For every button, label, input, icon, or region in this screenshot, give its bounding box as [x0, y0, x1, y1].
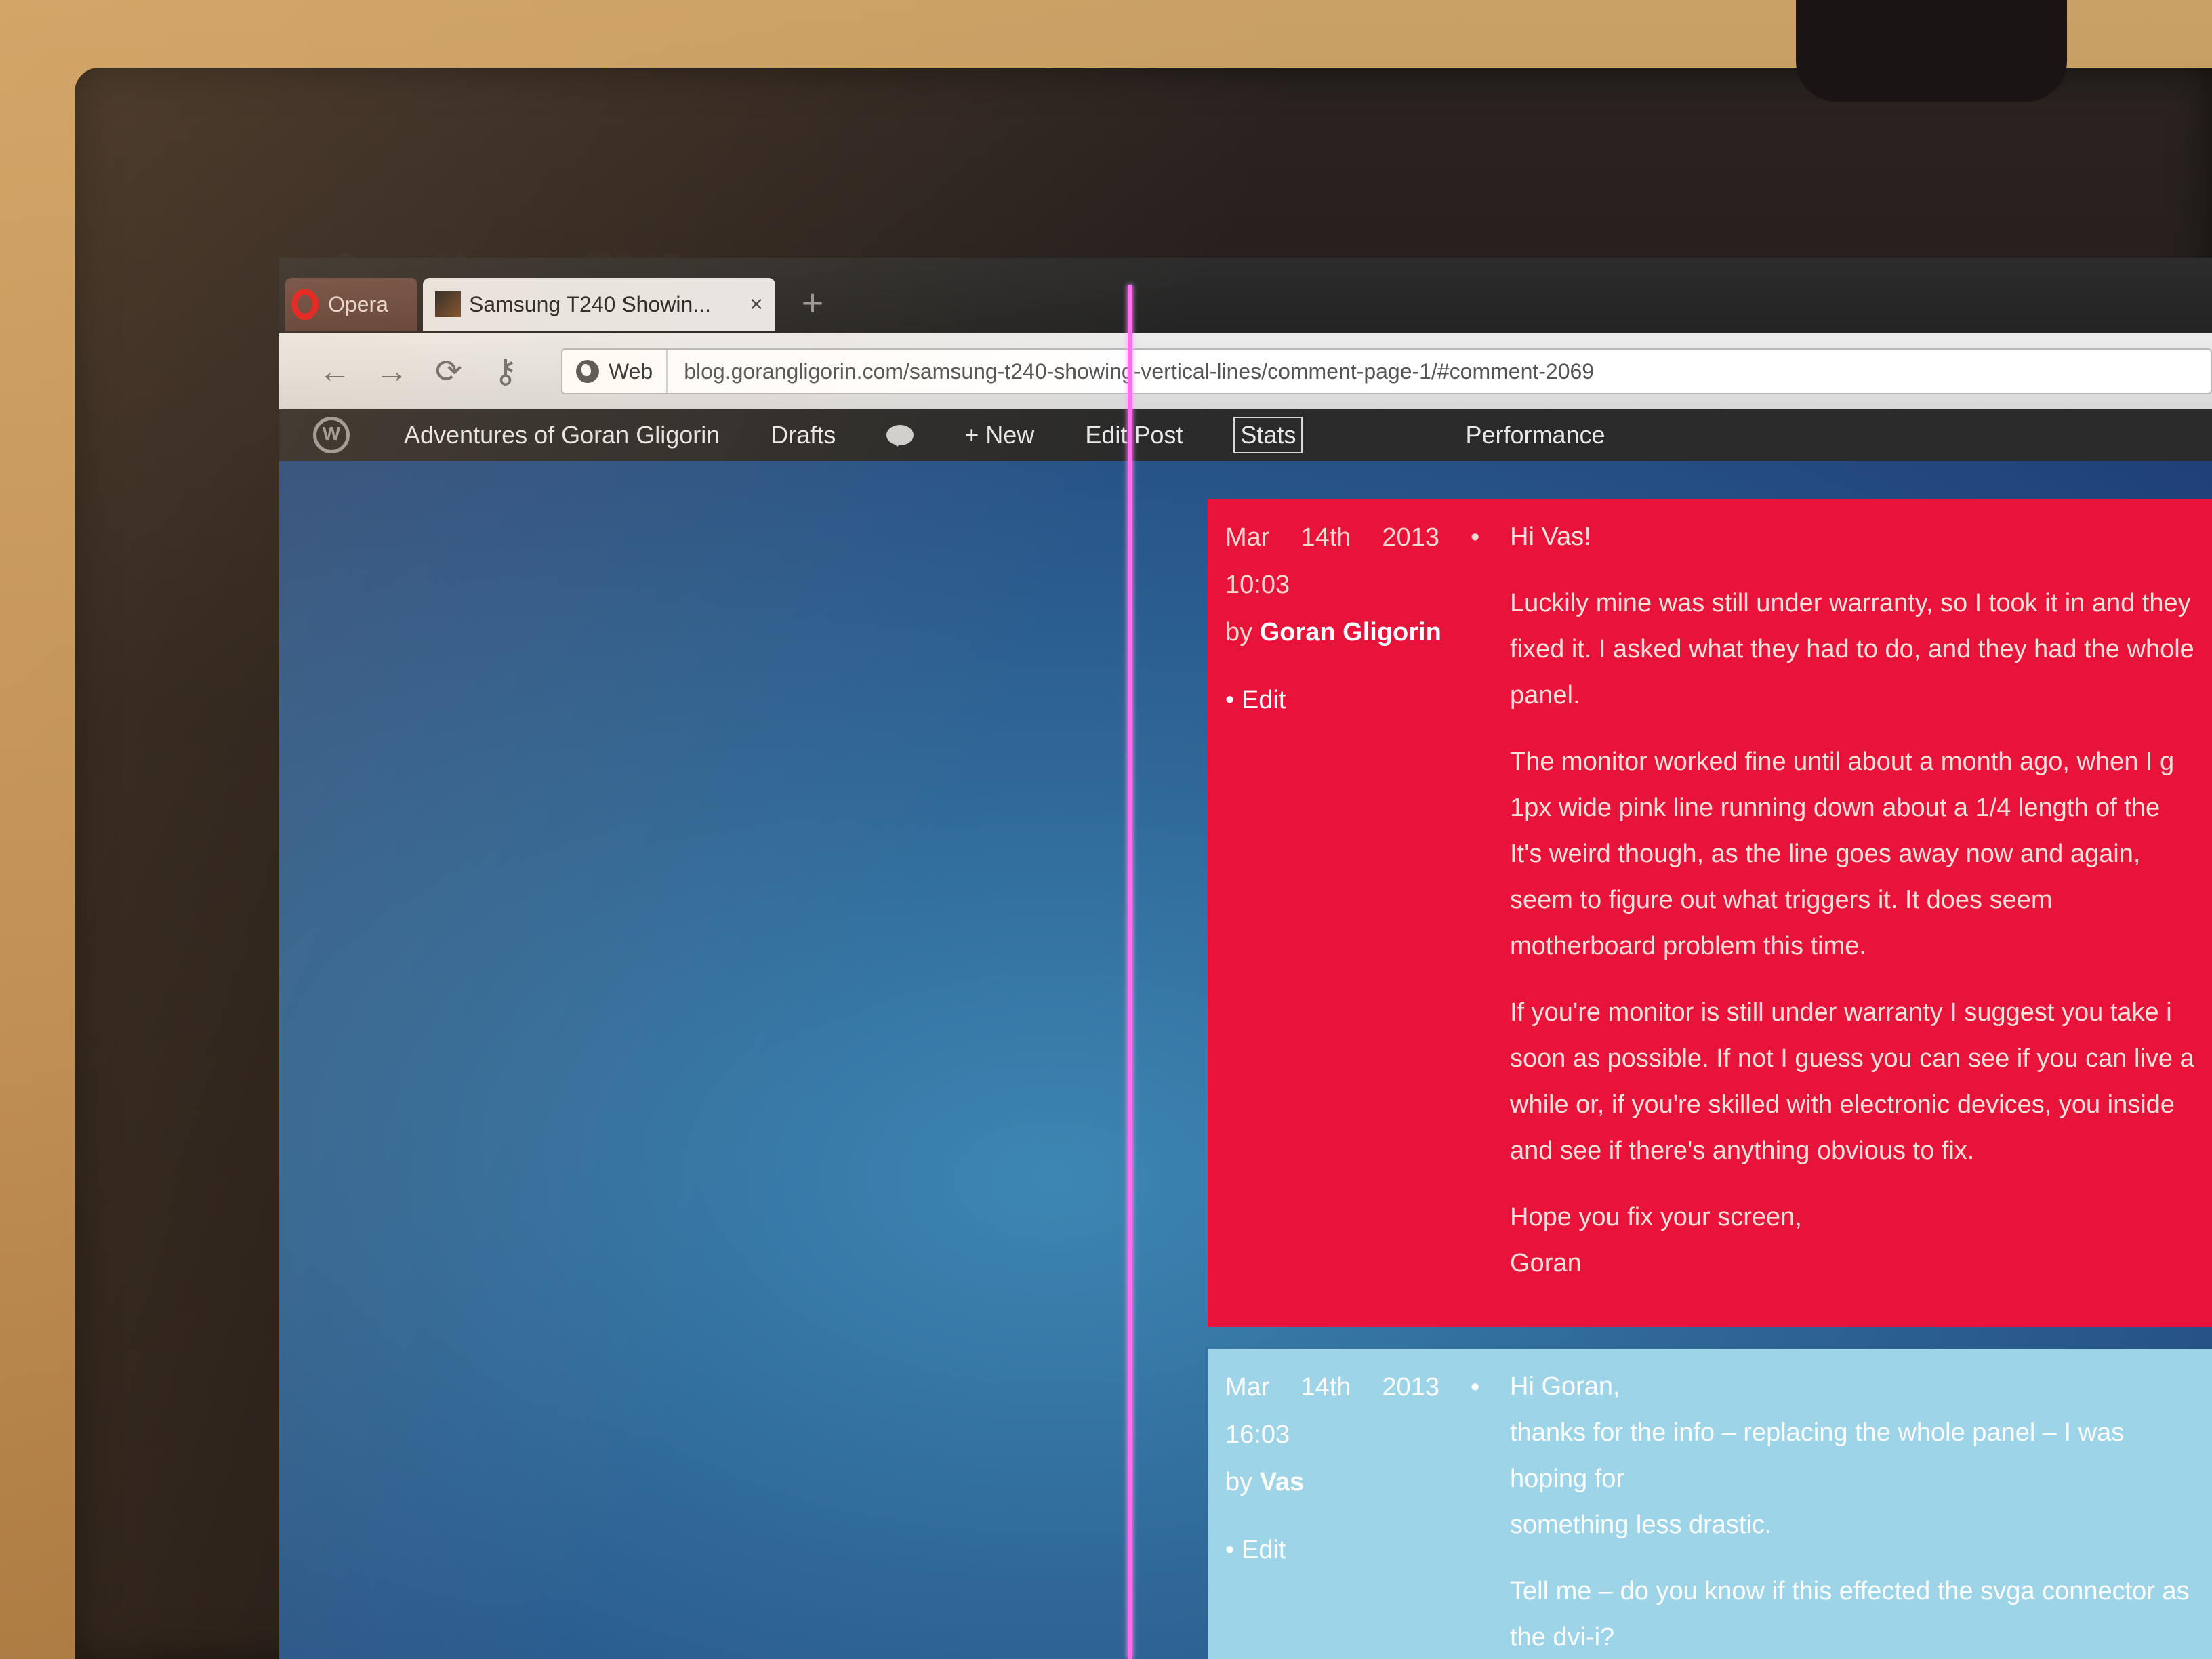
security-badge[interactable]: Web	[562, 350, 668, 393]
webcam	[1796, 0, 2067, 102]
comment-paragraph: thanks for the info – replacing the whol…	[1510, 1418, 2125, 1493]
comment-byline: by Vas	[1225, 1458, 1510, 1506]
comment-year: 2013	[1382, 1373, 1439, 1401]
monitor-screen: Opera Samsung T240 Showin... × + ← → ⟳ ⚷…	[279, 258, 2212, 1659]
comment-time: 16:03	[1225, 1420, 1290, 1449]
comment-paragraph: something less drastic.	[1510, 1511, 1772, 1539]
tab-strip: Opera Samsung T240 Showin... × +	[279, 258, 2212, 337]
wordpress-admin-bar: Adventures of Goran Gligorin Drafts + Ne…	[279, 409, 2212, 461]
comment-body: Hi Goran, thanks for the info – replacin…	[1510, 1364, 2194, 1659]
comment-edit-link[interactable]: • Edit	[1225, 1526, 1510, 1574]
comment-paragraph: Luckily mine was still under warranty, s…	[1510, 589, 2194, 710]
opera-logo-icon	[291, 289, 319, 320]
comment-signature: Goran	[1510, 1249, 1582, 1277]
comment-paragraph: Hi Vas!	[1510, 523, 1591, 551]
comment-byline: by Goran Gligorin	[1225, 609, 1510, 656]
comment-month: Mar	[1225, 523, 1270, 552]
byline-prefix: by	[1225, 618, 1253, 647]
back-arrow-icon[interactable]: ←	[306, 353, 363, 390]
date-bullet: •	[1470, 1373, 1480, 1401]
date-bullet: •	[1470, 523, 1480, 552]
admin-bar-performance[interactable]: Performance	[1465, 421, 1605, 449]
comments-icon[interactable]	[886, 425, 914, 447]
new-tab-button[interactable]: +	[794, 284, 831, 322]
admin-bar-drafts[interactable]: Drafts	[771, 421, 836, 449]
comment-author-reply: Mar 14th 2013 • 10:03 by Goran Gligorin • E…	[1208, 499, 2212, 1327]
admin-bar-edit-post[interactable]: Edit Post	[1085, 421, 1183, 449]
comment-author-name[interactable]: Vas	[1260, 1468, 1305, 1496]
url-field[interactable]: Web blog.gorangligorin.com/samsung-t240-…	[561, 348, 2212, 394]
comment-date: Mar 14th 2013 •	[1225, 514, 1510, 561]
comment-body: Hi Vas! Luckily mine was still under war…	[1510, 514, 2194, 1312]
dead-pixel-vertical-line	[1128, 285, 1132, 1659]
opera-menu-tab[interactable]: Opera	[285, 278, 417, 331]
comment-paragraph: The monitor worked fine until about a mo…	[1510, 747, 2175, 960]
byline-prefix: by	[1225, 1468, 1253, 1496]
address-bar: ← → ⟳ ⚷ Web blog.gorangligorin.com/samsu…	[279, 333, 2212, 409]
comment-year: 2013	[1382, 523, 1439, 552]
comment-time: 10:03	[1225, 571, 1290, 599]
comment-month: Mar	[1225, 1373, 1270, 1401]
forward-arrow-icon[interactable]: →	[363, 353, 420, 390]
comment-meta: Mar 14th 2013 • 10:03 by Goran Gligorin • E…	[1225, 514, 1510, 1312]
security-label: Web	[609, 359, 653, 384]
comment-day: 14th	[1300, 523, 1351, 552]
comment-paragraph: If you're monitor is still under warrant…	[1510, 998, 2194, 1165]
wordpress-logo-icon[interactable]	[313, 417, 350, 453]
comment-meta: Mar 14th 2013 • 16:03 by Vas • Edit	[1225, 1364, 1510, 1659]
admin-bar-new[interactable]: + New	[964, 421, 1034, 449]
reload-icon[interactable]: ⟳	[420, 352, 477, 390]
comment-day: 14th	[1300, 1373, 1351, 1401]
opera-tab-label: Opera	[328, 291, 388, 316]
comment-paragraph: Hope you fix your screen,	[1510, 1203, 1802, 1231]
comment-paragraph: Hi Goran,	[1510, 1372, 1620, 1401]
key-icon[interactable]: ⚷	[477, 352, 534, 390]
close-tab-icon[interactable]: ×	[750, 291, 763, 318]
tab-title: Samsung T240 Showin...	[469, 291, 711, 316]
globe-icon	[576, 360, 599, 383]
comment-author-name[interactable]: Goran Gligorin	[1260, 618, 1441, 647]
admin-bar-site-name[interactable]: Adventures of Goran Gligorin	[404, 421, 720, 449]
admin-bar-stats[interactable]: Stats	[1233, 417, 1303, 453]
tab-active[interactable]: Samsung T240 Showin... ×	[423, 278, 775, 331]
site-favicon-icon	[435, 291, 461, 317]
comment-date: Mar 14th 2013 •	[1225, 1364, 1510, 1411]
comment-edit-link[interactable]: • Edit	[1225, 676, 1510, 724]
page-content: Mar 14th 2013 • 10:03 by Goran Gligorin • E…	[279, 461, 2212, 1659]
comment-paragraph: Tell me – do you know if this effected t…	[1510, 1577, 2190, 1652]
comment-reader: Mar 14th 2013 • 16:03 by Vas • Edit Hi Gora…	[1208, 1349, 2212, 1659]
